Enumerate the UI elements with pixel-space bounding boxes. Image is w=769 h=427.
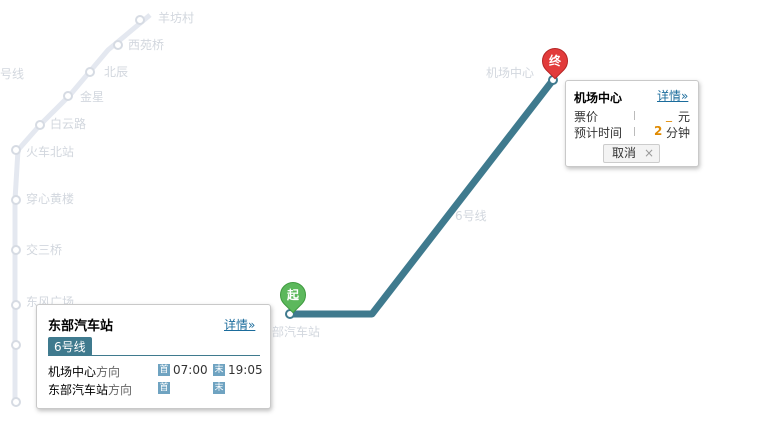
- bg-label: 部汽车站: [272, 324, 320, 339]
- last-train-tag: 末: [213, 364, 225, 376]
- last-train-time: 19:05: [228, 363, 263, 377]
- row-separator: [634, 127, 635, 136]
- row-separator: [634, 111, 635, 120]
- detail-link[interactable]: 详情»: [224, 316, 255, 333]
- bg-label: 羊坊村: [158, 10, 194, 25]
- bg-station-dot: [11, 300, 21, 310]
- time-unit: 分钟: [666, 126, 691, 140]
- line-badge[interactable]: 6号线: [48, 337, 92, 356]
- time-value: 2: [654, 124, 663, 138]
- fare-value: _: [666, 108, 672, 122]
- end-station-popup: 机场中心 详情» 票价 _ 元 预计时间 2 分钟 取消 ×: [565, 80, 699, 167]
- bg-station-dot: [11, 397, 21, 407]
- bg-label: 金星: [80, 89, 104, 104]
- bg-label: 穿心黄楼: [26, 191, 74, 206]
- bg-station-dot: [35, 120, 45, 130]
- start-station-popup: 东部汽车站 详情» 6号线 机场中心方向 首 07:00 末 19:05 东部汽…: [36, 304, 271, 409]
- end-marker-label: 终: [548, 54, 561, 68]
- first-train-tag: 首: [158, 382, 170, 394]
- route-line: [286, 76, 557, 318]
- bg-label: 机场中心: [486, 65, 534, 80]
- last-train-tag: 末: [213, 382, 225, 394]
- bg-station-dot: [63, 91, 73, 101]
- direction-suffix: 方向: [108, 383, 133, 397]
- bg-station-dot: [135, 15, 145, 25]
- cancel-button[interactable]: 取消 ×: [603, 144, 660, 163]
- bg-station-dot: [85, 67, 95, 77]
- bg-label: 火车北站: [26, 144, 74, 159]
- direction-suffix: 方向: [96, 365, 121, 379]
- fare-label: 票价: [574, 110, 599, 124]
- bg-label: 交三桥: [26, 242, 62, 257]
- close-icon: ×: [644, 146, 655, 160]
- popup-divider: [48, 355, 260, 356]
- popup-station-title: 东部汽车站: [48, 319, 114, 334]
- popup-station-title: 机场中心: [574, 91, 623, 105]
- bg-label: 号线: [0, 67, 24, 81]
- direction-row: 机场中心方向 首 07:00 末 19:05: [48, 363, 263, 380]
- start-marker[interactable]: 起: [274, 276, 312, 314]
- bg-label: 白云路: [50, 116, 86, 131]
- first-train-time: 07:00: [173, 363, 208, 377]
- time-label: 预计时间: [574, 126, 623, 140]
- bg-label: 西苑桥: [128, 38, 164, 52]
- detail-link[interactable]: 详情»: [657, 87, 688, 104]
- bg-station-dot: [11, 195, 21, 205]
- end-marker[interactable]: 终: [536, 42, 574, 80]
- cancel-label: 取消: [612, 146, 637, 160]
- line-badge-wrap: 6号线: [48, 337, 92, 356]
- bg-label: 6号线: [455, 209, 487, 223]
- bg-station-dot: [11, 245, 21, 255]
- bg-label: 北辰: [104, 65, 128, 79]
- bg-station-dot: [11, 145, 21, 155]
- fare-unit: 元: [678, 110, 691, 124]
- bg-station-dot: [113, 40, 123, 50]
- bg-station-dot: [11, 340, 21, 350]
- start-marker-label: 起: [286, 288, 299, 302]
- direction-station: 机场中心: [48, 365, 97, 379]
- direction-row: 东部汽车站方向 首 末: [48, 381, 263, 398]
- direction-station: 东部汽车站: [48, 383, 109, 397]
- first-train-tag: 首: [158, 364, 170, 376]
